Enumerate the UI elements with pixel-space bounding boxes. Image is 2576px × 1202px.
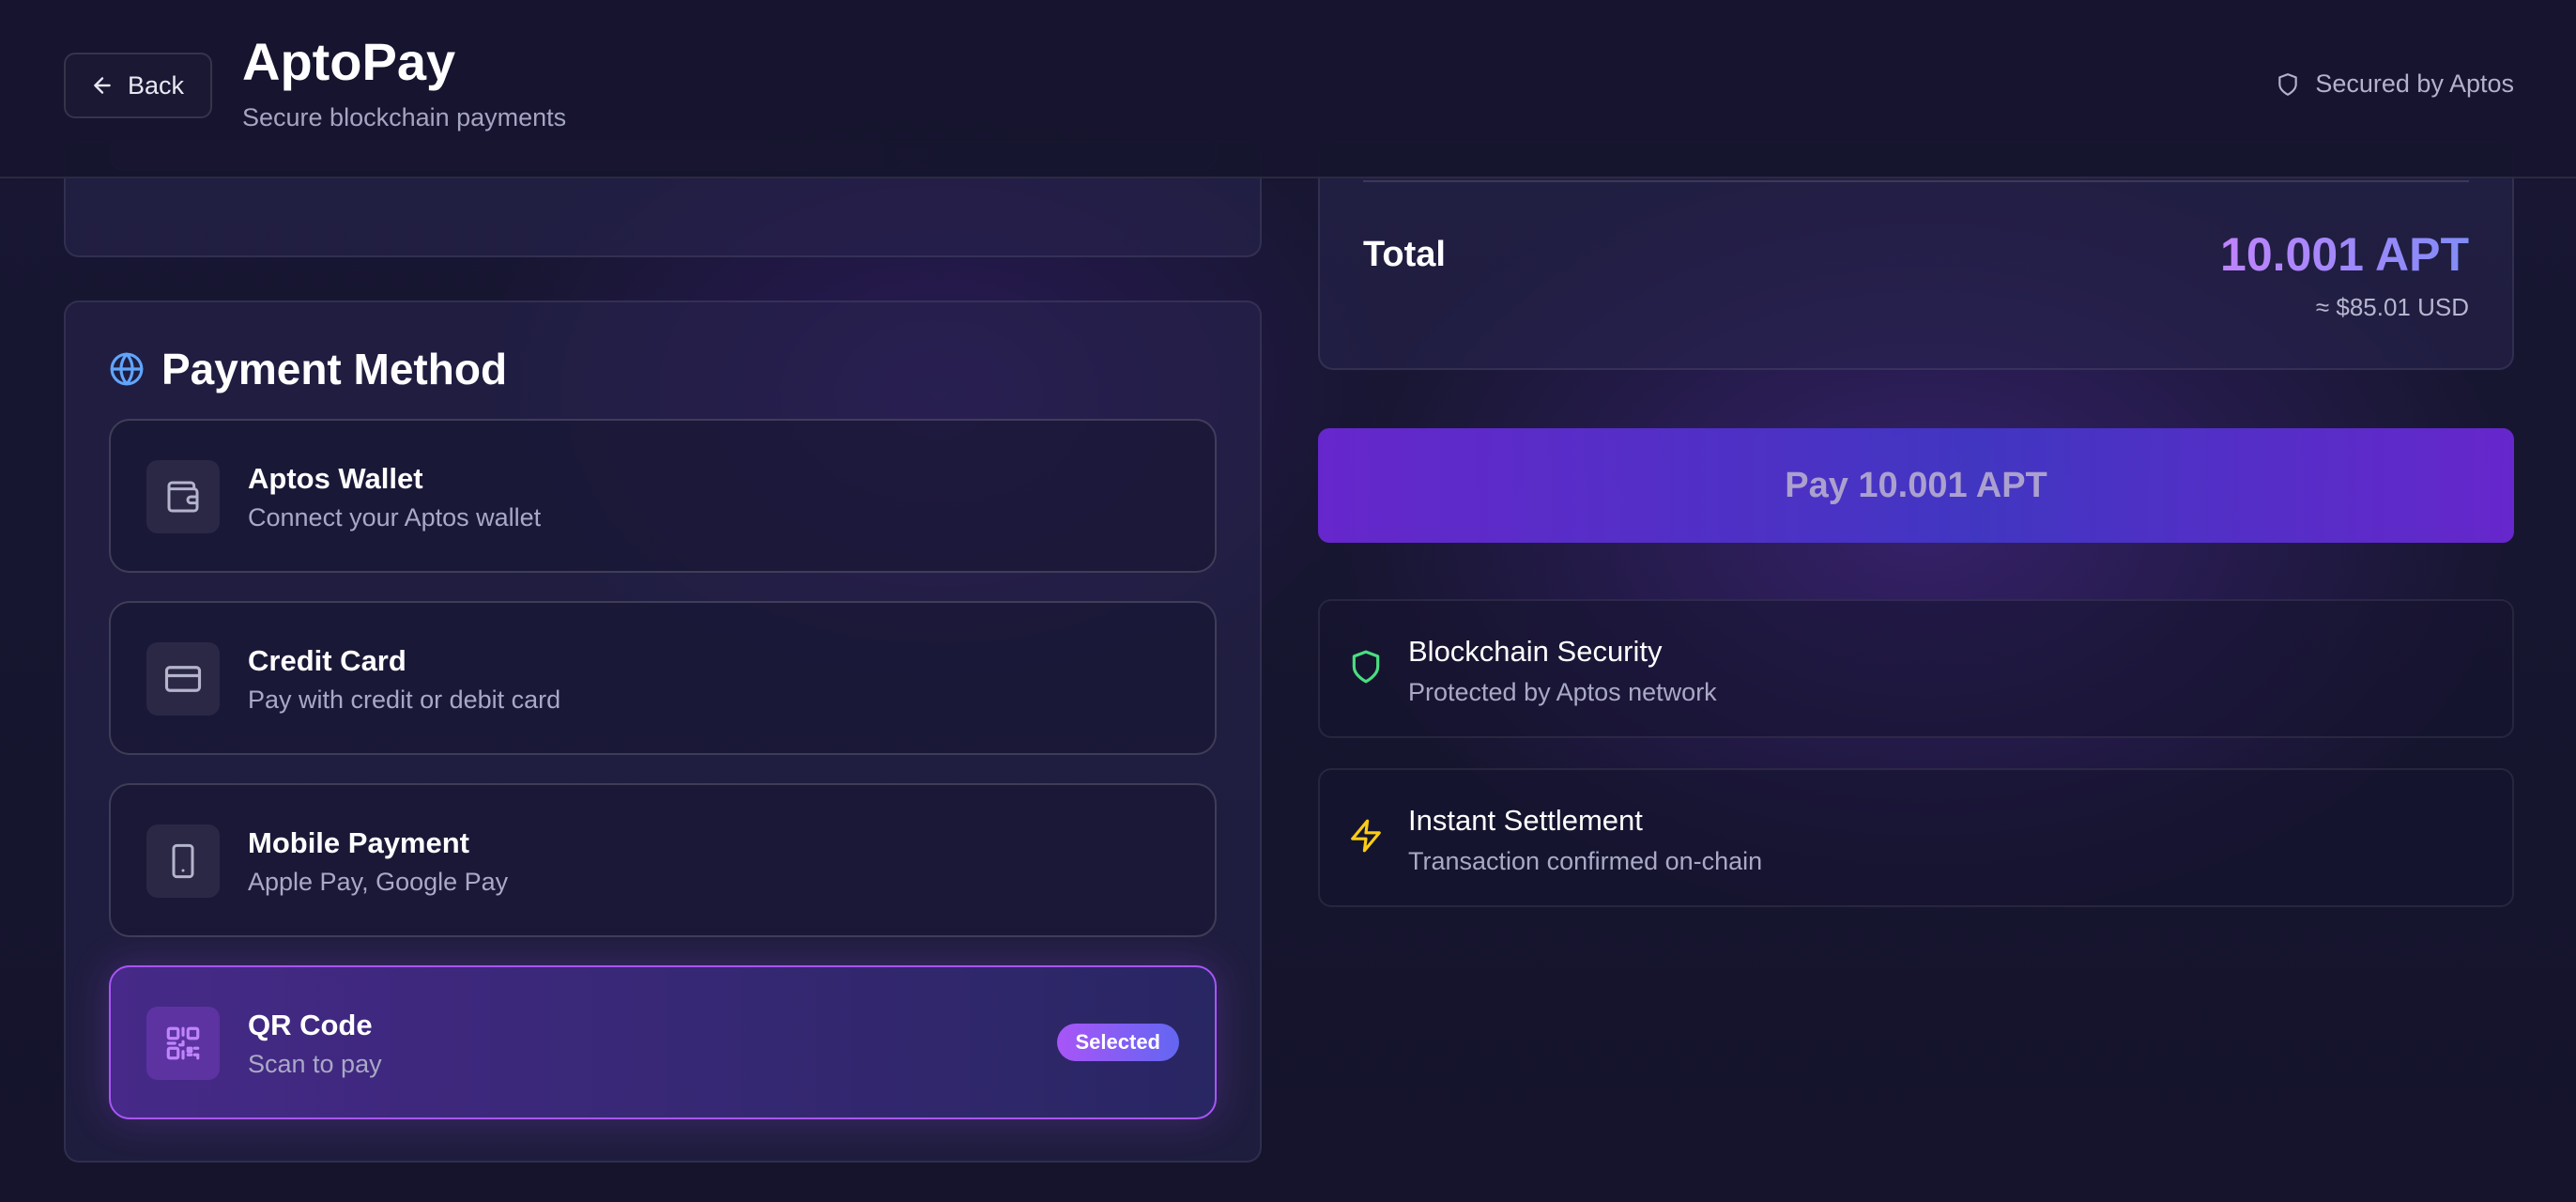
selected-badge: Selected (1056, 1024, 1179, 1061)
secured-indicator: Secured by Aptos (2276, 69, 2514, 99)
payment-option-qr-code[interactable]: QR Code Scan to pay Selected (109, 965, 1217, 1119)
app-title: AptoPay (242, 32, 456, 91)
payment-method-header: Payment Method (109, 344, 507, 394)
globe-icon (110, 352, 144, 386)
payment-option-aptos-wallet[interactable]: Aptos Wallet Connect your Aptos wallet (109, 419, 1217, 573)
app-subtitle: Secure blockchain payments (242, 103, 567, 131)
feature-blockchain-security: Blockchain Security Protected by Aptos n… (1318, 599, 2514, 738)
option-description: Scan to pay (248, 1050, 382, 1078)
credit-card-icon (164, 666, 202, 692)
feature-description: Transaction confirmed on-chain (1408, 847, 1763, 875)
total-usd-amount: ≈ $85.01 USD (2315, 293, 2469, 321)
pay-button[interactable]: Pay 10.001 APT (1318, 428, 2514, 543)
payment-method-title: Payment Method (161, 345, 508, 393)
feature-title: Blockchain Security (1408, 635, 1663, 668)
total-amount: 10.001 APT (2220, 228, 2469, 281)
feature-title: Instant Settlement (1408, 804, 1643, 837)
payment-option-mobile-payment[interactable]: Mobile Payment Apple Pay, Google Pay (109, 783, 1217, 937)
option-description: Apple Pay, Google Pay (248, 868, 509, 896)
option-title: QR Code (248, 1009, 373, 1041)
back-button[interactable]: Back (64, 53, 212, 118)
option-title: Mobile Payment (248, 826, 469, 859)
summary-divider (1363, 180, 2469, 182)
app-header: Back AptoPay Secure blockchain payments … (0, 0, 2576, 178)
total-label: Total (1363, 235, 1446, 274)
payment-method-panel: Payment Method Aptos Wallet Connect your… (64, 300, 1262, 1163)
smartphone-icon (172, 843, 194, 879)
option-description: Connect your Aptos wallet (248, 503, 542, 532)
lightning-icon (1351, 819, 1381, 853)
qr-code-icon (166, 1026, 200, 1060)
shield-icon (2278, 72, 2298, 96)
shield-icon (1352, 650, 1380, 684)
option-title: Credit Card (248, 644, 406, 677)
payment-option-credit-card[interactable]: Credit Card Pay with credit or debit car… (109, 601, 1217, 755)
back-label: Back (128, 70, 185, 100)
secured-label: Secured by Aptos (2315, 69, 2514, 98)
option-description: Pay with credit or debit card (248, 686, 561, 714)
wallet-icon (167, 481, 199, 513)
arrow-left-icon (94, 77, 111, 94)
option-title: Aptos Wallet (248, 462, 423, 495)
feature-instant-settlement: Instant Settlement Transaction confirmed… (1318, 768, 2514, 907)
feature-description: Protected by Aptos network (1408, 678, 1717, 706)
